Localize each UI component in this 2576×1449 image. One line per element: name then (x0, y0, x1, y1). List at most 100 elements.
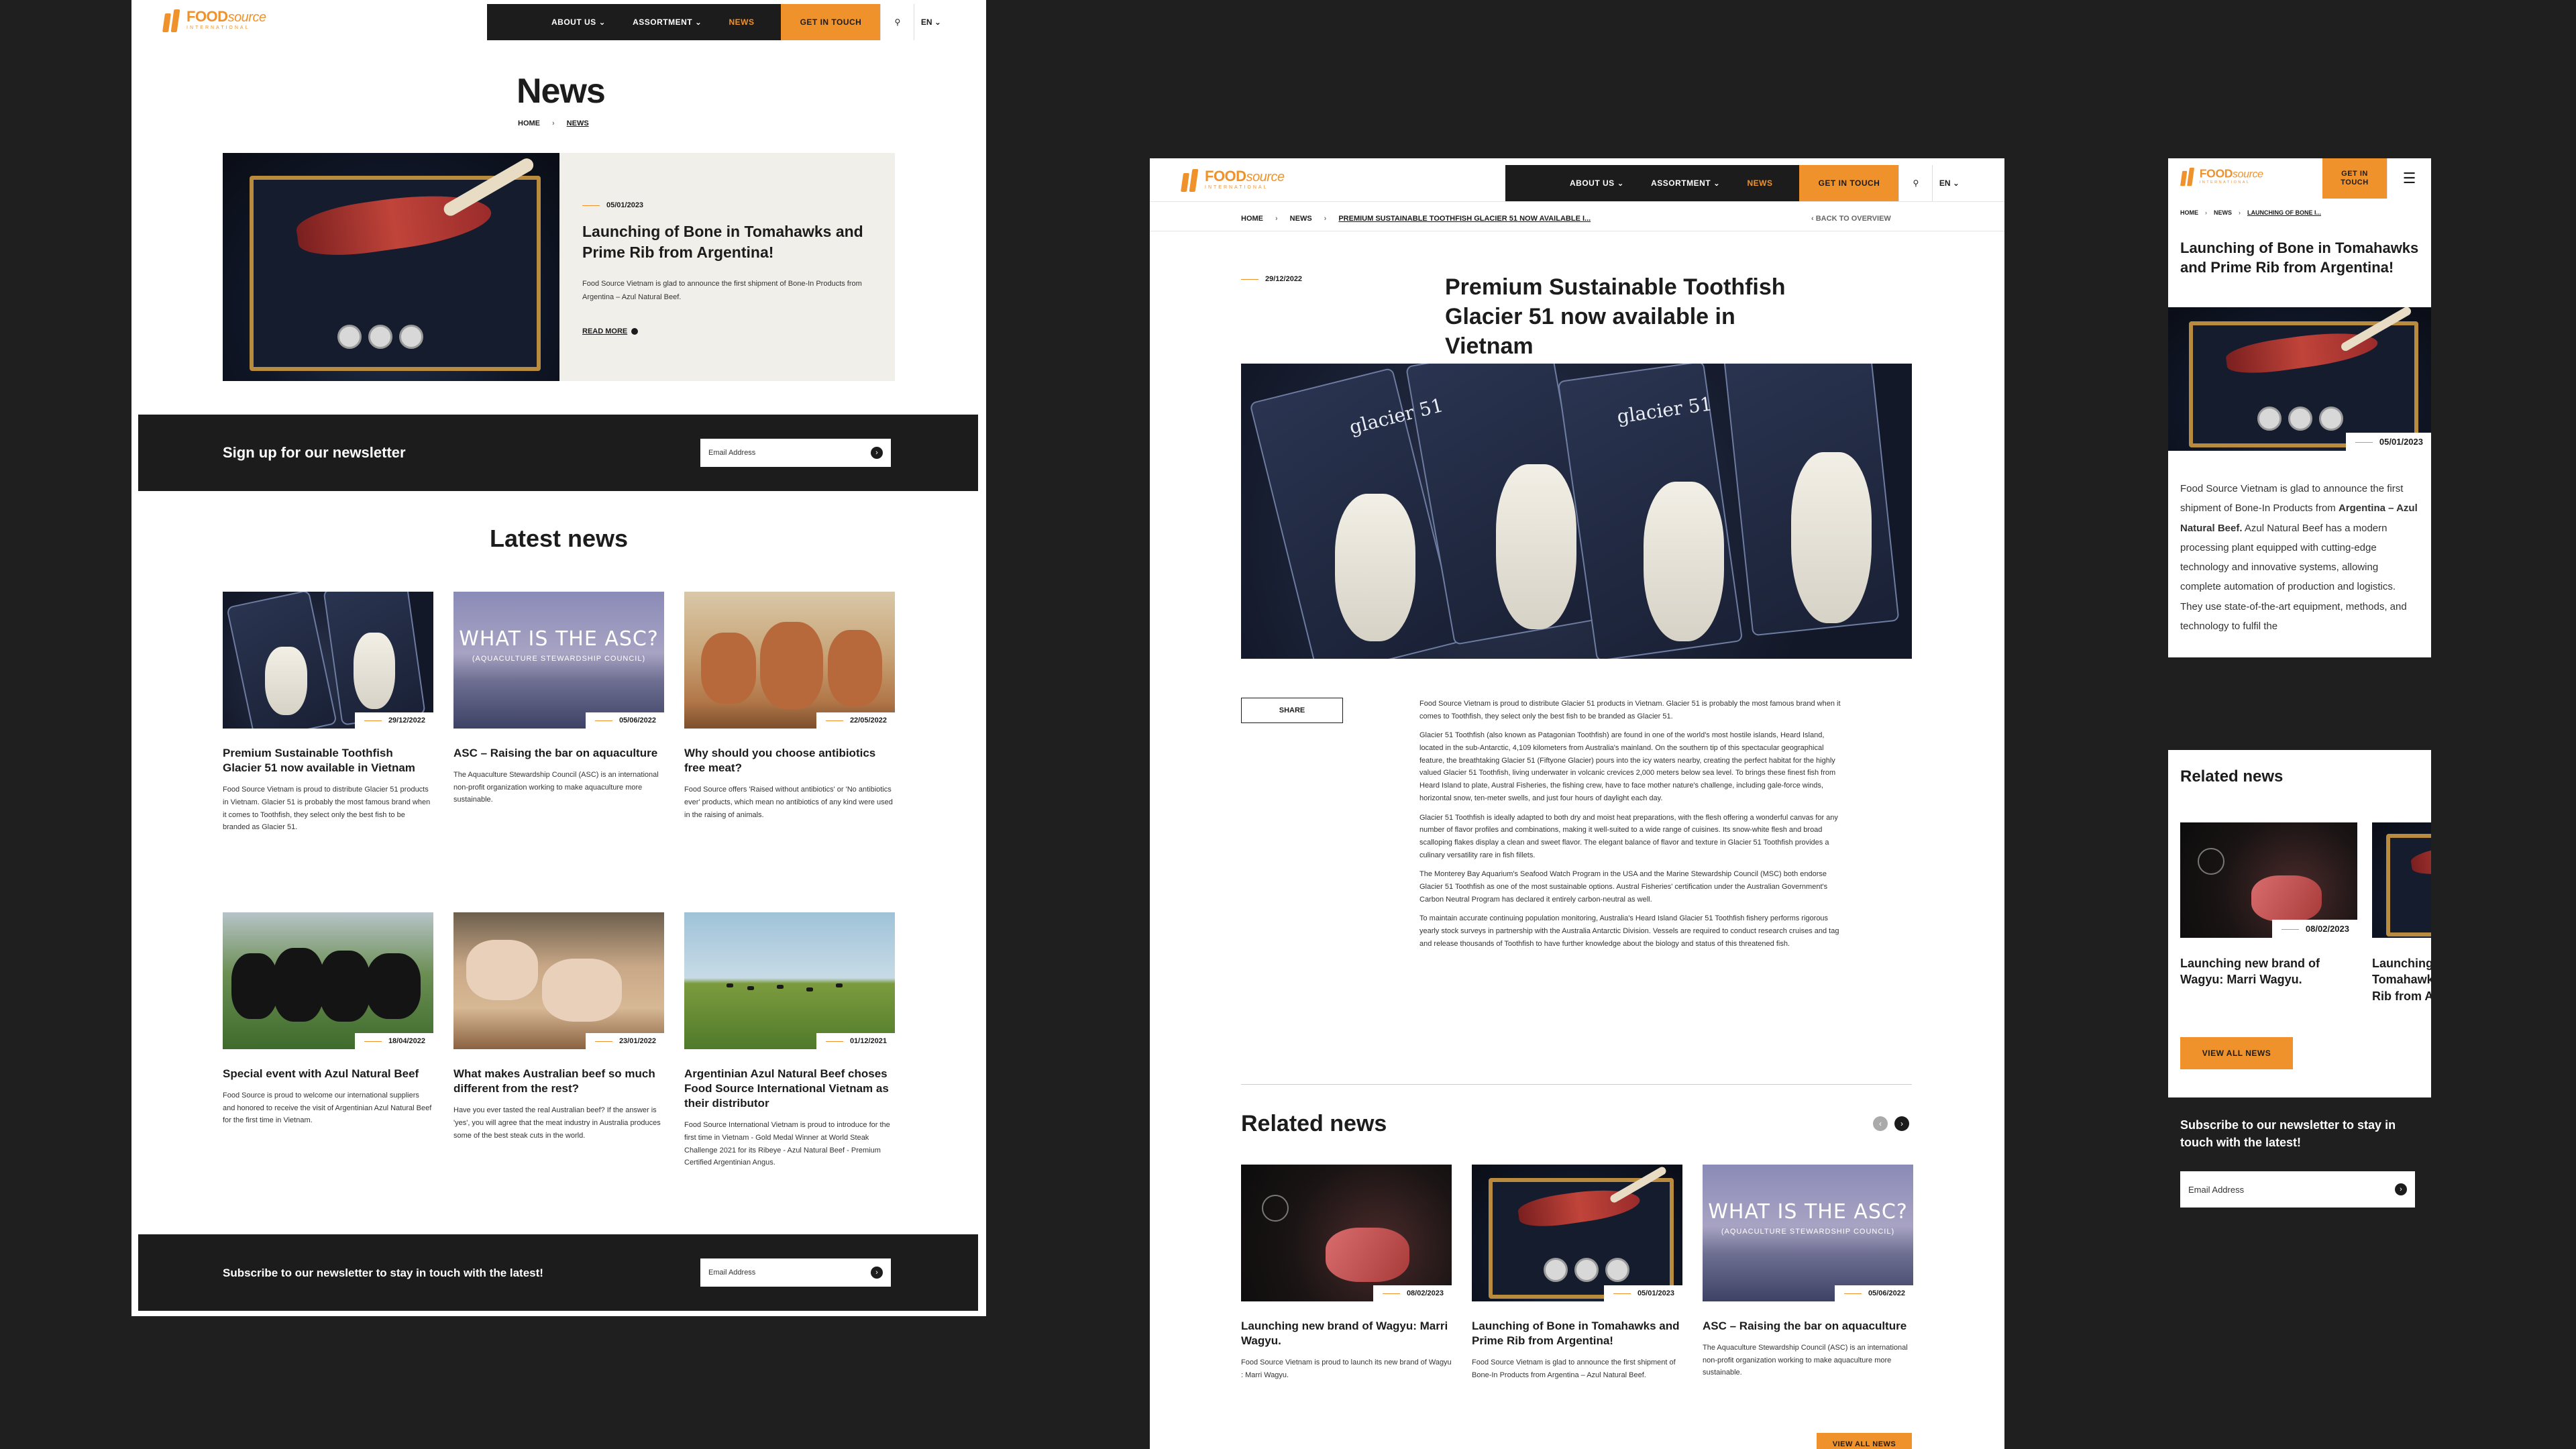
breadcrumb-news[interactable]: NEWS (2214, 209, 2232, 216)
breadcrumb-current: LAUNCHING OF BONE I... (2247, 209, 2321, 216)
nav-assortment[interactable]: ASSORTMENT ⌄ (633, 17, 702, 27)
related-card-date: 08/02/2023 (2271, 920, 2357, 938)
hamburger-menu-icon[interactable]: ☰ (2387, 158, 2431, 199)
news-card-title[interactable]: What makes Australian beef so much diffe… (453, 1067, 664, 1096)
news-card-title[interactable]: Premium Sustainable Toothfish Glacier 51… (223, 746, 433, 775)
related-news-card[interactable]: 08/02/2023 Launching new brand of Wagyu:… (2180, 822, 2357, 988)
breadcrumb-home[interactable]: HOME (2180, 209, 2198, 216)
news-card-title[interactable]: Argentinian Azul Natural Beef choses Foo… (684, 1067, 895, 1111)
news-card-date: 01/12/2021 (816, 1033, 895, 1049)
article-date: 05/01/2023 (2345, 433, 2431, 451)
featured-title[interactable]: Launching of Bone in Tomahawks and Prime… (582, 221, 872, 263)
breadcrumb-current: PREMIUM SUSTAINABLE TOOTHFISH GLACIER 51… (1338, 215, 1591, 223)
get-in-touch-button[interactable]: GET IN TOUCH (781, 4, 881, 40)
news-card-excerpt: Food Source International Vietnam is pro… (684, 1121, 890, 1167)
nav-news[interactable]: NEWS (729, 17, 754, 27)
related-news-card[interactable]: WHAT IS THE ASC? (AQUACULTURE STEWARDSHIP… (1703, 1165, 1913, 1379)
view-all-news-button[interactable]: VIEW ALL NEWS (1817, 1433, 1912, 1449)
subscribe-email-input[interactable]: Email Address › (700, 1258, 891, 1287)
nav-about-us[interactable]: ABOUT US ⌄ (551, 17, 606, 27)
submit-arrow-icon[interactable]: › (2395, 1183, 2407, 1195)
news-card[interactable]: 18/04/2022 Special event with Azul Natur… (223, 912, 433, 1127)
related-card-excerpt: Food Source Vietnam is glad to announce … (1472, 1358, 1676, 1379)
news-card[interactable]: 01/12/2021 Argentinian Azul Natural Beef… (684, 912, 895, 1169)
article-paragraph: Food Source Vietnam is proud to distribu… (1419, 700, 1841, 720)
news-card-excerpt: Have you ever tasted the real Australian… (453, 1106, 661, 1140)
newsletter-band: Sign up for our newsletter Email Address… (138, 415, 978, 491)
mobile-article-screen: FOODsource INTERNATIONAL GET IN TOUCH ☰ H… (2168, 158, 2431, 657)
read-more-link[interactable]: READ MORE (582, 327, 639, 335)
news-card-title[interactable]: Special event with Azul Natural Beef (223, 1067, 433, 1081)
news-card-title[interactable]: Why should you choose antibiotics free m… (684, 746, 895, 775)
related-news-card[interactable]: 08/02/2023 Launching new brand of Wagyu:… (1241, 1165, 1452, 1382)
featured-news-image (223, 153, 559, 381)
language-select[interactable]: EN ⌄ (914, 4, 948, 40)
get-in-touch-button[interactable]: GET IN TOUCH (2322, 158, 2387, 199)
share-button[interactable]: SHARE (1241, 698, 1343, 723)
related-card-title[interactable]: Launching new brand of Wagyu: Marri Wagy… (2180, 955, 2357, 988)
featured-date: 05/01/2023 (582, 201, 872, 209)
featured-news-card[interactable]: 05/01/2023 Launching of Bone in Tomahawk… (223, 153, 895, 381)
news-card-excerpt: The Aquaculture Stewardship Council (ASC… (453, 771, 659, 804)
subscribe-band: Subscribe to our newsletter to stay in t… (138, 1234, 978, 1311)
search-icon[interactable]: ⚲ (880, 4, 914, 40)
brand-logo[interactable]: FOODsource INTERNATIONAL (1181, 169, 1285, 192)
news-card[interactable]: WHAT IS THE ASC? (AQUACULTURE STEWARDSHIP… (453, 592, 664, 806)
back-to-overview-link[interactable]: ‹ BACK TO OVERVIEW (1811, 215, 1891, 223)
brand-logo[interactable]: FOODsource INTERNATIONAL (162, 9, 266, 32)
breadcrumb-home[interactable]: HOME (518, 119, 540, 127)
prev-arrow-icon[interactable]: ‹ (1873, 1116, 1888, 1131)
search-icon[interactable]: ⚲ (1898, 165, 1933, 201)
article-paragraph: Glacier 51 Toothfish (also known as Pata… (1419, 731, 1836, 802)
related-news-title: Related news (1241, 1111, 1387, 1136)
get-in-touch-button[interactable]: GET IN TOUCH (1799, 165, 1899, 201)
related-news-card[interactable]: 05/01/2023 Launching of Bone in Tomahawk… (1472, 1165, 1682, 1382)
nav-assortment[interactable]: ASSORTMENT ⌄ (1651, 178, 1720, 188)
subscribe-title: Subscribe to our newsletter to stay in t… (2180, 1118, 2396, 1150)
news-overview-screen: FOODsource INTERNATIONAL ABOUT US ⌄ ASSO… (131, 0, 986, 1316)
article-paragraph: To maintain accurate continuing populati… (1419, 914, 1839, 948)
news-card-image: 22/05/2022 (684, 592, 895, 729)
news-card-title[interactable]: ASC – Raising the bar on aquaculture (453, 746, 664, 761)
related-card-date: 08/02/2023 (1373, 1285, 1452, 1301)
mobile-related-screen: Related news 08/02/2023 Launching new br… (2168, 750, 2431, 1249)
submit-arrow-icon[interactable]: › (871, 447, 883, 459)
breadcrumb-home[interactable]: HOME (1241, 215, 1263, 223)
newsletter-email-input[interactable]: Email Address › (700, 439, 891, 467)
news-card[interactable]: 23/01/2022 What makes Australian beef so… (453, 912, 664, 1142)
language-select[interactable]: EN ⌄ (1932, 165, 1966, 201)
news-card[interactable]: 22/05/2022 Why should you choose antibio… (684, 592, 895, 821)
news-card-date: 29/12/2022 (354, 712, 433, 729)
news-card-image: 29/12/2022 (223, 592, 433, 729)
breadcrumb-news[interactable]: NEWS (1290, 215, 1312, 223)
related-card-image: 08/02/2023 (1241, 1165, 1452, 1301)
related-card-image: 05/01/2023 (1472, 1165, 1682, 1301)
related-card-title[interactable]: ASC – Raising the bar on aquaculture (1703, 1319, 1913, 1334)
subscribe-email-input[interactable]: Email Address › (2180, 1171, 2415, 1208)
latest-news-title: Latest news (489, 525, 629, 552)
article-title: Premium Sustainable Toothfish Glacier 51… (1445, 274, 1786, 360)
article-paragraph: Glacier 51 Toothfish is ideally adapted … (1419, 813, 1838, 859)
nav-about-us[interactable]: ABOUT US ⌄ (1570, 178, 1624, 188)
news-card-date: 22/05/2022 (816, 712, 895, 729)
related-card-title[interactable]: Launching of Bone in Tomahawks and Prime… (2372, 955, 2431, 1004)
brand-logo[interactable]: FOODsource INTERNATIONAL (2180, 168, 2263, 186)
breadcrumb-news[interactable]: NEWS (567, 119, 589, 127)
newsletter-title: Sign up for our newsletter (223, 444, 406, 461)
logo-mark-icon (162, 9, 182, 32)
related-card-title[interactable]: Launching new brand of Wagyu: Marri Wagy… (1241, 1319, 1452, 1348)
nav-news[interactable]: NEWS (1747, 178, 1772, 188)
related-news-card[interactable]: Launching of Bone in Tomahawks and Prime… (2372, 822, 2431, 1004)
brand-name: FOOD (186, 8, 228, 25)
next-arrow-icon[interactable]: › (1894, 1116, 1909, 1131)
submit-arrow-icon[interactable]: › (871, 1267, 883, 1279)
view-all-news-button[interactable]: VIEW ALL NEWS (2180, 1037, 2293, 1069)
related-card-image: WHAT IS THE ASC? (AQUACULTURE STEWARDSHIP… (1703, 1165, 1913, 1301)
article-title: Launching of Bone in Tomahawks and Prime… (2180, 239, 2419, 276)
logo-mark-icon (2180, 168, 2196, 186)
news-card-date: 05/06/2022 (585, 712, 664, 729)
news-card[interactable]: 29/12/2022 Premium Sustainable Toothfish… (223, 592, 433, 834)
subscribe-title: Subscribe to our newsletter to stay in t… (223, 1267, 543, 1279)
related-card-title[interactable]: Launching of Bone in Tomahawks and Prime… (1472, 1319, 1682, 1348)
breadcrumb: HOME › NEWS › PREMIUM SUSTAINABLE TOOTHF… (1241, 215, 1591, 223)
